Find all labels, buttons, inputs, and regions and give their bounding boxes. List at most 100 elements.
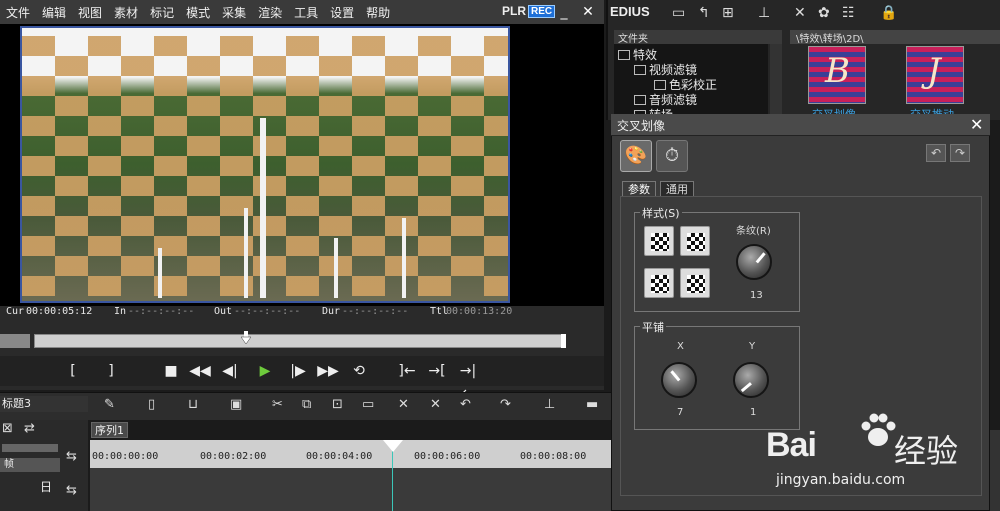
y-label: Y (749, 341, 756, 352)
x-knob[interactable] (661, 362, 697, 398)
copy-icon[interactable]: ⧉ (302, 396, 311, 414)
scrub-handle[interactable] (241, 331, 251, 345)
tree-scrollbar[interactable] (770, 44, 782, 116)
step-forward-button[interactable]: |▶ (286, 360, 310, 382)
folder-icon (654, 80, 666, 90)
rewind-button[interactable]: ◀◀ (186, 360, 214, 382)
scrub-track[interactable] (34, 334, 566, 348)
mark-in-button[interactable]: [ (62, 360, 84, 382)
stripes-knob[interactable] (736, 244, 772, 280)
view-mode-icon[interactable]: ☷ (842, 4, 855, 22)
scrub-left-region (0, 334, 30, 348)
up-folder-icon[interactable]: ↰ (698, 4, 710, 22)
cur-label: Cur (6, 306, 25, 317)
ruler-label: 00:00:08:00 (520, 451, 587, 462)
undo-icon[interactable]: ↶ (460, 396, 471, 414)
delete-icon[interactable]: ✕ (794, 4, 806, 22)
dur-value: --:--:--:-- (342, 306, 409, 317)
thumbnail-cross-wipe[interactable]: B (808, 46, 866, 104)
tab-general[interactable]: 通用 (660, 181, 694, 197)
plr-badge[interactable]: PLR (502, 4, 526, 18)
ruler-label: 00:00:06:00 (414, 451, 481, 462)
fast-forward-button[interactable]: ▶▶ (314, 360, 342, 382)
overwrite-to-timeline-button[interactable]: →[ (424, 360, 450, 382)
bin-title: EDIUS (610, 4, 650, 19)
sequence-name[interactable]: 标题3 (0, 396, 88, 412)
playhead-handle[interactable] (383, 440, 403, 452)
loop-button[interactable]: ⟲ (348, 360, 370, 382)
minimize-button[interactable]: _ (556, 4, 572, 20)
watermark-brand: Bai (766, 426, 817, 464)
play-button[interactable]: ▶ (254, 360, 276, 382)
track-link-icon[interactable]: ⊠ (2, 420, 13, 438)
menu-view[interactable]: 视图 (72, 4, 108, 21)
import-icon[interactable]: ⊥ (758, 4, 770, 22)
tree-icon[interactable]: ⊞ (722, 4, 734, 22)
clip-icon[interactable]: ▭ (362, 396, 374, 414)
menu-tools[interactable]: 工具 (288, 4, 324, 21)
effect-icon[interactable]: ✿ (818, 4, 830, 22)
track-toggle-icon[interactable]: ⇄ (24, 420, 35, 438)
menu-edit[interactable]: 编辑 (36, 4, 72, 21)
save-icon[interactable]: ▣ (230, 396, 242, 414)
folder-tree: 特效 视频滤镜 色彩校正 音频滤镜 转场 (614, 44, 768, 122)
stripes-label: 条纹(R) (736, 226, 771, 237)
baidu-watermark: Bai 经验 jingyan.baidu.com (766, 404, 996, 494)
y-knob[interactable] (733, 362, 769, 398)
ttl-value: 00:00:13:20 (446, 306, 513, 317)
folder-icon[interactable]: ▭ (672, 4, 685, 22)
track-area[interactable] (90, 468, 611, 511)
insert-to-timeline-button[interactable]: ]← (394, 360, 420, 382)
arrow-icon[interactable]: ⇆ (66, 448, 77, 466)
menu-clip[interactable]: 素材 (108, 4, 144, 21)
undo-icon[interactable]: ↶ (926, 144, 946, 162)
menu-render[interactable]: 渲染 (252, 4, 288, 21)
close-button[interactable]: ✕ (580, 4, 596, 20)
lock-icon[interactable]: 🔒 (880, 4, 897, 22)
delete-icon[interactable]: ✕ (398, 396, 409, 414)
menu-file[interactable]: 文件 (0, 4, 36, 21)
menu-settings[interactable]: 设置 (324, 4, 360, 21)
cut-icon[interactable]: ✂ (272, 396, 283, 414)
arrow-icon[interactable]: ⇆ (66, 482, 77, 500)
x-label: X (677, 341, 684, 352)
cur-value: 00:00:05:12 (26, 306, 93, 317)
zoom-slider[interactable] (2, 444, 58, 452)
open-icon[interactable]: ⊔ (188, 396, 198, 414)
style-option-3[interactable] (644, 268, 674, 298)
dialog-title-bar (611, 114, 990, 136)
snap-icon[interactable]: ▬ (586, 396, 598, 414)
track-label: 日 (40, 480, 53, 494)
stop-button[interactable]: ■ (160, 360, 182, 382)
ripple-delete-icon[interactable]: ✕ (430, 396, 441, 414)
paw-icon (861, 413, 896, 446)
menu-marker[interactable]: 标记 (144, 4, 180, 21)
palette-icon[interactable]: 🎨 (620, 140, 652, 172)
rec-badge[interactable]: REC (528, 5, 556, 18)
dur-label: Dur (322, 306, 341, 317)
thumbnail-cross-push[interactable]: J (906, 46, 964, 104)
dialog-close-button[interactable]: ✕ (970, 115, 983, 135)
frame-mode-dropdown[interactable]: 帧 (0, 458, 60, 472)
new-sequence-icon[interactable]: ▯ (148, 396, 155, 414)
menu-capture[interactable]: 采集 (216, 4, 252, 21)
mode-icon[interactable]: ✎ (104, 396, 115, 414)
menu-mode[interactable]: 模式 (180, 4, 216, 21)
style-option-2[interactable] (680, 226, 710, 256)
stopwatch-icon[interactable]: ⏱ (656, 140, 688, 172)
redo-icon[interactable]: ↷ (950, 144, 970, 162)
paste-icon[interactable]: ⊡ (332, 396, 343, 414)
step-back-button[interactable]: ◀| (218, 360, 242, 382)
out-value: --:--:--:-- (234, 306, 301, 317)
replace-button[interactable]: →|← (454, 360, 482, 401)
dialog-title: 交叉划像 (617, 119, 666, 133)
mark-out-button[interactable]: ] (100, 360, 122, 382)
style-option-4[interactable] (680, 268, 710, 298)
tab-sequence[interactable]: 序列1 (91, 422, 128, 438)
menu-help[interactable]: 帮助 (360, 4, 396, 21)
timecode-bar: Cur 00:00:05:12 In --:--:--:-- Out --:--… (0, 306, 604, 320)
split-icon[interactable]: ⊥ (544, 396, 555, 414)
style-option-1[interactable] (644, 226, 674, 256)
tab-parameters[interactable]: 参数 (622, 181, 656, 197)
redo-icon[interactable]: ↷ (500, 396, 511, 414)
